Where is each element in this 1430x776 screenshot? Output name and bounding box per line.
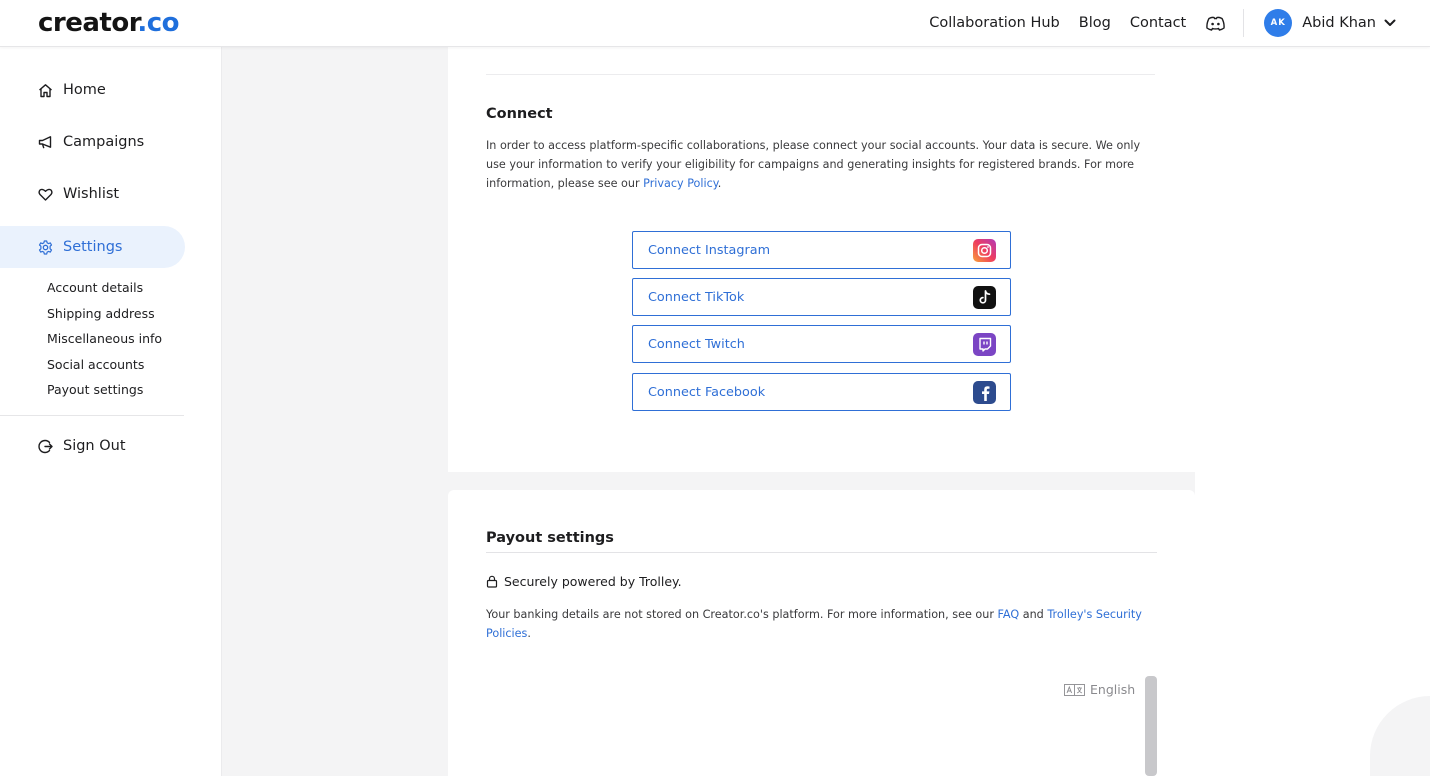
sign-out-icon <box>37 438 53 454</box>
nav-contact[interactable]: Contact <box>1130 15 1186 31</box>
sidebar-item-settings[interactable]: Settings <box>0 226 185 268</box>
sidebar-item-label: Home <box>63 82 106 98</box>
sidebar-sub-shipping-address[interactable]: Shipping address <box>47 306 155 321</box>
sign-out-label: Sign Out <box>63 438 126 454</box>
avatar[interactable]: AK <box>1264 9 1293 37</box>
sign-out-button[interactable]: Sign Out <box>0 425 185 467</box>
connect-card: Connect In order to access platform-spec… <box>448 47 1195 472</box>
sidebar-sub-miscellaneous-info[interactable]: Miscellaneous info <box>47 331 162 346</box>
translate-icon <box>1064 683 1085 696</box>
sidebar-item-label: Settings <box>63 239 123 255</box>
nav-blog[interactable]: Blog <box>1079 15 1111 31</box>
connect-facebook-button[interactable]: Connect Facebook <box>632 373 1011 411</box>
top-nav: Collaboration Hub Blog Contact AK Abid K… <box>910 0 1396 46</box>
twitch-icon <box>973 333 996 356</box>
language-selector[interactable]: English <box>1064 682 1135 697</box>
chevron-down-icon[interactable] <box>1384 19 1396 27</box>
sidebar-item-home[interactable]: Home <box>0 69 185 111</box>
sidebar-sub-payout-settings[interactable]: Payout settings <box>47 382 143 397</box>
sidebar-sub-account-details[interactable]: Account details <box>47 280 143 295</box>
discord-icon[interactable] <box>1205 13 1225 33</box>
sidebar-item-campaigns[interactable]: Campaigns <box>0 121 185 163</box>
lock-icon <box>486 575 499 588</box>
creator-logo[interactable]: creator.co <box>38 8 179 38</box>
megaphone-icon <box>37 134 53 150</box>
connect-instagram-button[interactable]: Connect Instagram <box>632 231 1011 269</box>
faq-link[interactable]: FAQ <box>997 608 1019 621</box>
payout-description: Your banking details are not stored on C… <box>486 608 1142 640</box>
scrollbar[interactable] <box>1145 676 1157 776</box>
nav-divider <box>1243 9 1245 37</box>
sidebar-sub-social-accounts[interactable]: Social accounts <box>47 357 144 372</box>
sidebar-divider <box>0 415 184 416</box>
section-divider <box>486 552 1157 553</box>
instagram-icon <box>973 239 996 262</box>
connect-title: Connect <box>486 106 553 122</box>
connect-tiktok-button[interactable]: Connect TikTok <box>632 278 1011 316</box>
section-divider <box>486 74 1155 75</box>
user-name[interactable]: Abid Khan <box>1302 15 1376 31</box>
tiktok-icon <box>973 286 996 309</box>
privacy-policy-link[interactable]: Privacy Policy <box>643 177 718 190</box>
payout-title: Payout settings <box>486 530 614 546</box>
nav-collaboration-hub[interactable]: Collaboration Hub <box>929 15 1060 31</box>
heart-icon <box>37 186 53 202</box>
secure-notice: Securely powered by Trolley. <box>486 574 682 589</box>
home-icon <box>37 82 53 98</box>
right-gutter <box>1195 47 1430 776</box>
payout-card: Payout settings Securely powered by Trol… <box>448 490 1195 776</box>
connect-twitch-button[interactable]: Connect Twitch <box>632 325 1011 363</box>
sidebar-item-label: Wishlist <box>63 186 120 202</box>
sidebar: Home Campaigns Wishlist Settings Account… <box>0 47 222 776</box>
top-bar: creator.co Collaboration Hub Blog Contac… <box>0 0 1430 47</box>
sidebar-item-label: Campaigns <box>63 134 145 150</box>
gear-icon <box>37 239 53 255</box>
facebook-icon <box>973 381 996 404</box>
corner-decoration <box>1370 696 1430 776</box>
sidebar-item-wishlist[interactable]: Wishlist <box>0 173 185 215</box>
connect-description: In order to access platform-specific col… <box>486 139 1141 190</box>
